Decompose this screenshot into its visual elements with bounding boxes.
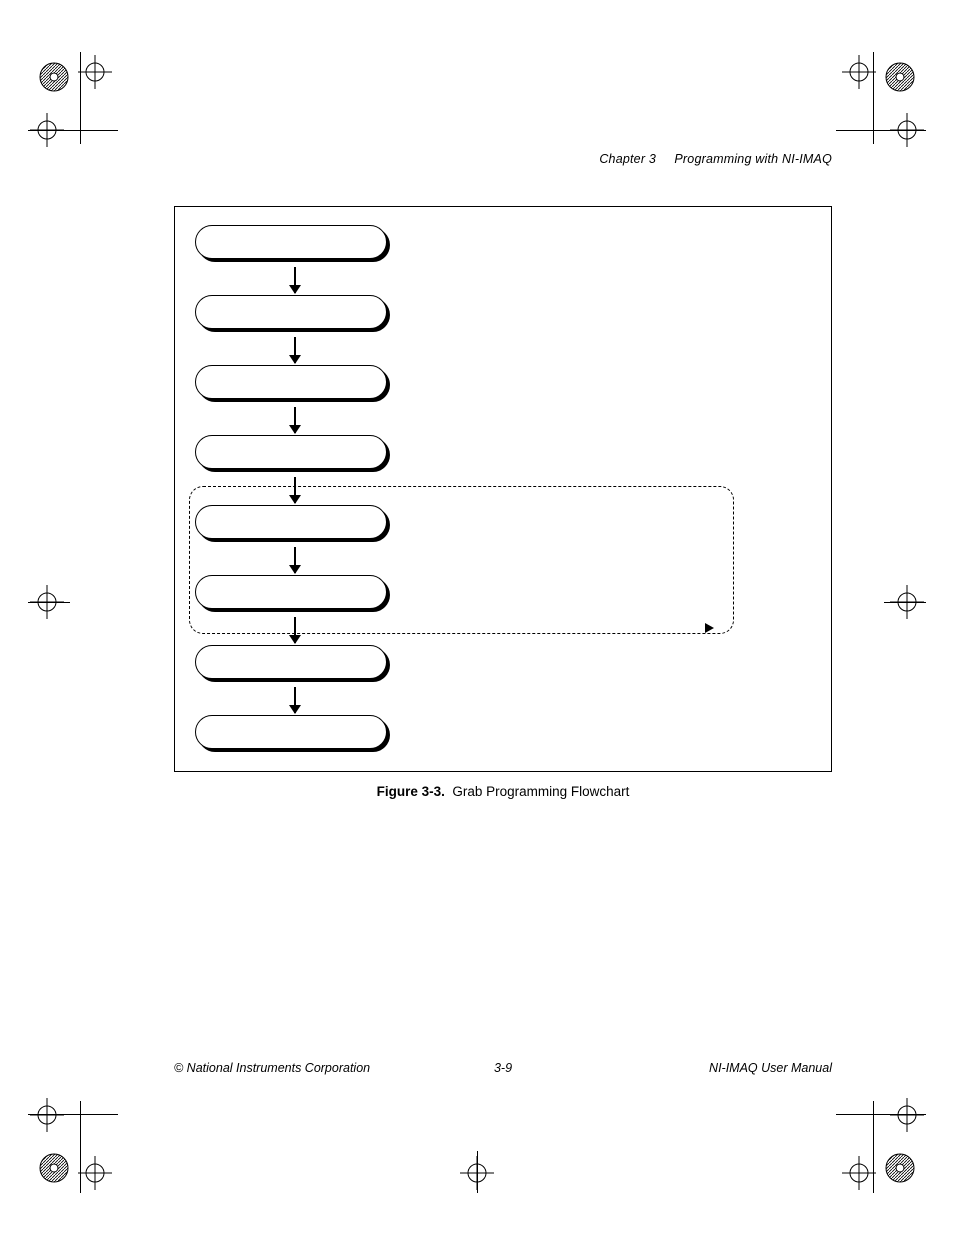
flow-step — [195, 365, 387, 399]
registration-mark-icon — [883, 1151, 917, 1185]
footer-copyright: © National Instruments Corporation — [174, 1061, 370, 1075]
page-footer: © National Instruments Corporation 3-9 N… — [174, 1061, 832, 1075]
crop-mark-icon — [842, 55, 876, 89]
crop-mark-icon — [842, 1156, 876, 1190]
flow-step — [195, 575, 387, 609]
arrow-down-icon — [294, 407, 296, 433]
chapter-label: Chapter 3 — [599, 152, 656, 166]
figure-number: Figure 3-3. — [377, 784, 445, 799]
footer-page-number: 3-9 — [494, 1061, 512, 1075]
flow-step — [195, 715, 387, 749]
loop-arrowhead-icon — [705, 623, 714, 633]
figure-caption: Figure 3-3. Grab Programming Flowchart — [174, 784, 832, 799]
arrow-down-icon — [294, 267, 296, 293]
flow-step — [195, 645, 387, 679]
crop-mark-icon — [78, 55, 112, 89]
arrow-down-icon — [294, 687, 296, 713]
arrow-down-icon — [294, 547, 296, 573]
arrow-down-icon — [294, 337, 296, 363]
running-header: Chapter 3 Programming with NI-IMAQ — [599, 152, 832, 166]
flowchart-column — [195, 225, 395, 755]
flow-step — [195, 505, 387, 539]
arrow-down-icon — [294, 617, 296, 643]
crop-mark-icon — [890, 1098, 924, 1132]
registration-mark-icon — [37, 60, 71, 94]
crop-mark-icon — [78, 1156, 112, 1190]
flow-step — [195, 295, 387, 329]
figure-frame — [174, 206, 832, 772]
registration-mark-icon — [37, 1151, 71, 1185]
chapter-title: Programming with NI-IMAQ — [674, 152, 832, 166]
arrow-down-icon — [294, 477, 296, 503]
registration-mark-icon — [883, 60, 917, 94]
flow-step — [195, 435, 387, 469]
footer-manual-title: NI-IMAQ User Manual — [709, 1061, 832, 1075]
crop-mark-icon — [30, 1098, 64, 1132]
flow-step — [195, 225, 387, 259]
figure-title: Grab Programming Flowchart — [452, 784, 629, 799]
